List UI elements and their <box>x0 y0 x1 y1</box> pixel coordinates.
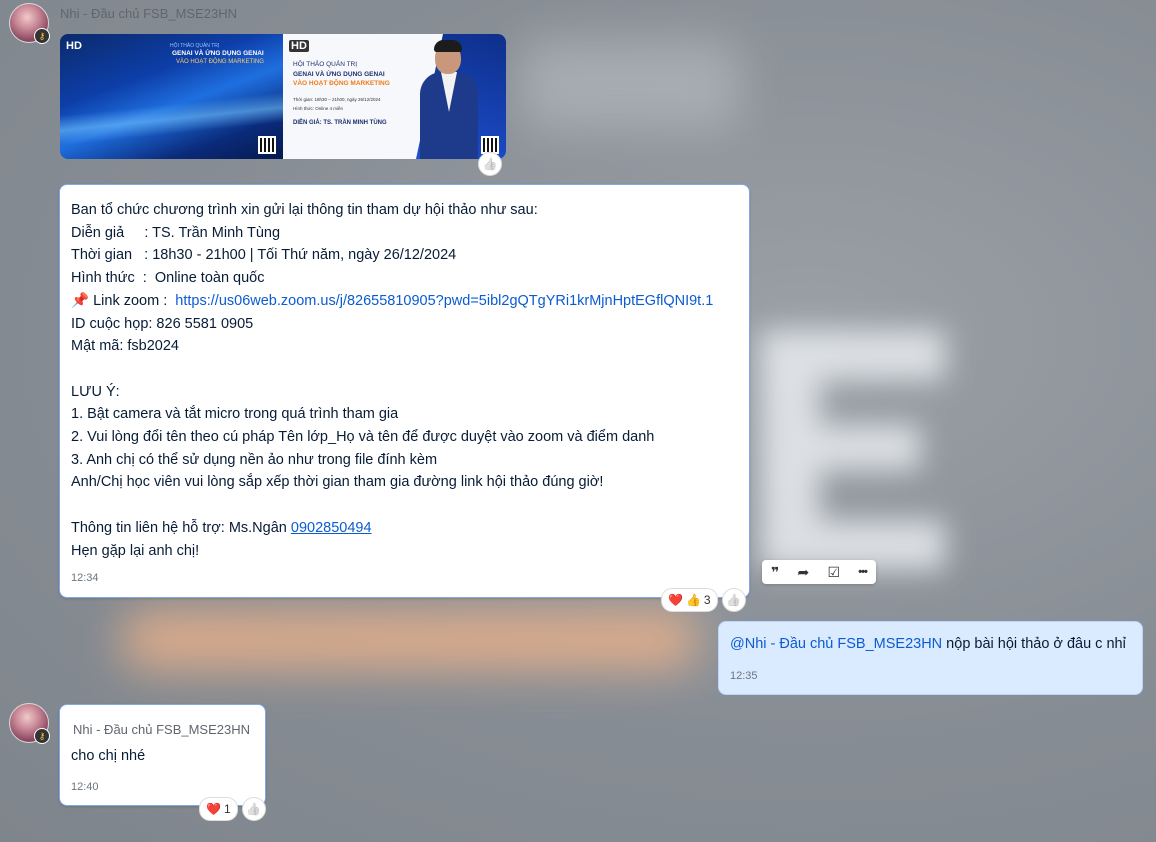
message-line: Ban tổ chức chương trình xin gửi lại thô… <box>71 202 538 218</box>
message-time: 12:34 <box>71 572 99 584</box>
my-message-text: @Nhi - Đầu chủ FSB_MSE23HN nộp bài hội t… <box>730 636 1126 652</box>
message-line: ID cuộc họp: 826 5581 0905 <box>71 315 254 332</box>
message-reactions: ❤️ 👍 3 👍 <box>661 588 746 612</box>
reaction-summary[interactable]: ❤️ 👍 3 <box>661 588 718 612</box>
reaction-count: 3 <box>703 593 711 607</box>
image-tag: HỘI THẢO QUẢN TRỊ <box>293 61 358 68</box>
like-button[interactable]: 👍 <box>721 588 746 612</box>
zoom-line: 📌 Link zoom : https://us06web.zoom.us/j/… <box>71 292 714 309</box>
like-button[interactable]: 👍 <box>478 152 502 176</box>
thumbs-up-icon: 👍 <box>685 593 701 607</box>
avatar[interactable]: ⚷ <box>9 3 50 44</box>
message-line: 1. Bật camera và tắt micro trong quá trì… <box>71 406 399 423</box>
message-line: Mật mã: fsb2024 <box>71 338 179 355</box>
message-line: cho chị nhé <box>71 748 146 764</box>
image-attachment-1[interactable]: HD HỘI THẢO QUẢN TRỊ GENAI VÀ ỨNG DỤNG G… <box>60 34 283 159</box>
message-time: 12:35 <box>730 670 758 682</box>
blurred-background-shape <box>520 40 740 130</box>
more-icon[interactable]: ••• <box>858 566 868 578</box>
my-message-bubble[interactable]: @Nhi - Đầu chủ FSB_MSE23HN nộp bài hội t… <box>718 621 1143 695</box>
image-format: Hình thức: Online 4 miền <box>293 106 344 111</box>
sender-name: Nhi - Đầu chủ FSB_MSE23HN <box>73 722 251 737</box>
qr-code-icon <box>258 136 276 154</box>
message-line: LƯU Ý: <box>71 383 120 400</box>
image-attachment-2[interactable]: HD HỘI THẢO QUẢN TRỊ GENAI VÀ ỨNG DỤNG G… <box>283 34 506 159</box>
message-line: Anh/Chị học viên vui lòng sắp xếp thời g… <box>71 474 604 491</box>
zoom-link[interactable]: https://us06web.zoom.us/j/82655810905?pw… <box>175 293 713 309</box>
message-bubble[interactable]: Ban tổ chức chương trình xin gửi lại thô… <box>59 184 750 598</box>
image-title-1: GENAI VÀ ỨNG DỤNG GENAI <box>172 50 264 57</box>
thumbs-up-icon: 👍 <box>246 802 262 816</box>
reaction-summary[interactable]: ❤️ 1 <box>199 797 238 821</box>
heart-icon: ❤️ <box>206 802 221 816</box>
hd-badge: HD <box>289 40 309 52</box>
blurred-background-letter <box>760 330 960 590</box>
speaker-photo <box>420 40 478 159</box>
like-button[interactable]: 👍 <box>241 797 266 821</box>
pushpin-icon: 📌 <box>71 292 90 309</box>
forward-icon[interactable]: ➦ <box>798 564 810 581</box>
message-line: Diễn giả : TS. Trần Minh Tùng <box>71 224 281 241</box>
image-title-2: VÀO HOẠT ĐỘNG MARKETING <box>293 80 390 87</box>
image-tag: HỘI THẢO QUẢN TRỊ <box>170 43 220 49</box>
blurred-background-shape <box>120 610 700 670</box>
key-icon: ⚷ <box>34 28 50 44</box>
phone-link[interactable]: 0902850494 <box>291 520 372 536</box>
message-line: 2. Vui lòng đổi tên theo cú pháp Tên lớp… <box>71 429 655 446</box>
image-attachments: HD HỘI THẢO QUẢN TRỊ GENAI VÀ ỨNG DỤNG G… <box>60 34 506 159</box>
image-time: Thời gian: 18h30 – 21h00, ngày 26/12/202… <box>293 97 381 102</box>
message-line: Hình thức : Online toàn quốc <box>71 270 265 287</box>
message-bubble[interactable]: Nhi - Đầu chủ FSB_MSE23HN cho chị nhé 12… <box>59 704 266 806</box>
heart-icon: ❤️ <box>668 593 683 607</box>
hd-badge: HD <box>66 40 82 52</box>
message-action-toolbar: ❞ ➦ ☑ ••• <box>762 560 876 584</box>
image-title-1: GENAI VÀ ỨNG DỤNG GENAI <box>293 71 385 78</box>
reaction-count: 1 <box>223 802 231 816</box>
image-title-2: VÀO HOẠT ĐỘNG MARKETING <box>176 59 264 65</box>
key-icon: ⚷ <box>34 728 50 744</box>
thumbs-up-icon: 👍 <box>726 593 742 607</box>
quote-icon[interactable]: ❞ <box>771 564 779 581</box>
contact-line: Thông tin liên hệ hỗ trợ: Ms.Ngân 090285… <box>71 519 372 536</box>
message-line: Thời gian : 18h30 - 21h00 | Tối Thứ năm,… <box>71 247 457 264</box>
mention-link[interactable]: @Nhi - Đầu chủ FSB_MSE23HN <box>730 636 942 652</box>
image-wave-decoration <box>60 92 283 146</box>
image-speaker: DIỄN GIẢ: TS. TRẦN MINH TÙNG <box>293 120 387 126</box>
message-time: 12:40 <box>71 781 99 793</box>
message-line: 3. Anh chị có thể sử dụng nền ảo như tro… <box>71 451 438 468</box>
message-reactions: ❤️ 1 👍 <box>199 797 266 821</box>
qr-code-icon <box>481 136 499 154</box>
sender-name: Nhi - Đầu chủ FSB_MSE23HN <box>60 6 238 21</box>
task-icon[interactable]: ☑ <box>828 564 841 581</box>
message-line: Hẹn gặp lại anh chị! <box>71 542 200 559</box>
thumbs-up-icon: 👍 <box>482 157 498 171</box>
avatar[interactable]: ⚷ <box>9 703 50 744</box>
